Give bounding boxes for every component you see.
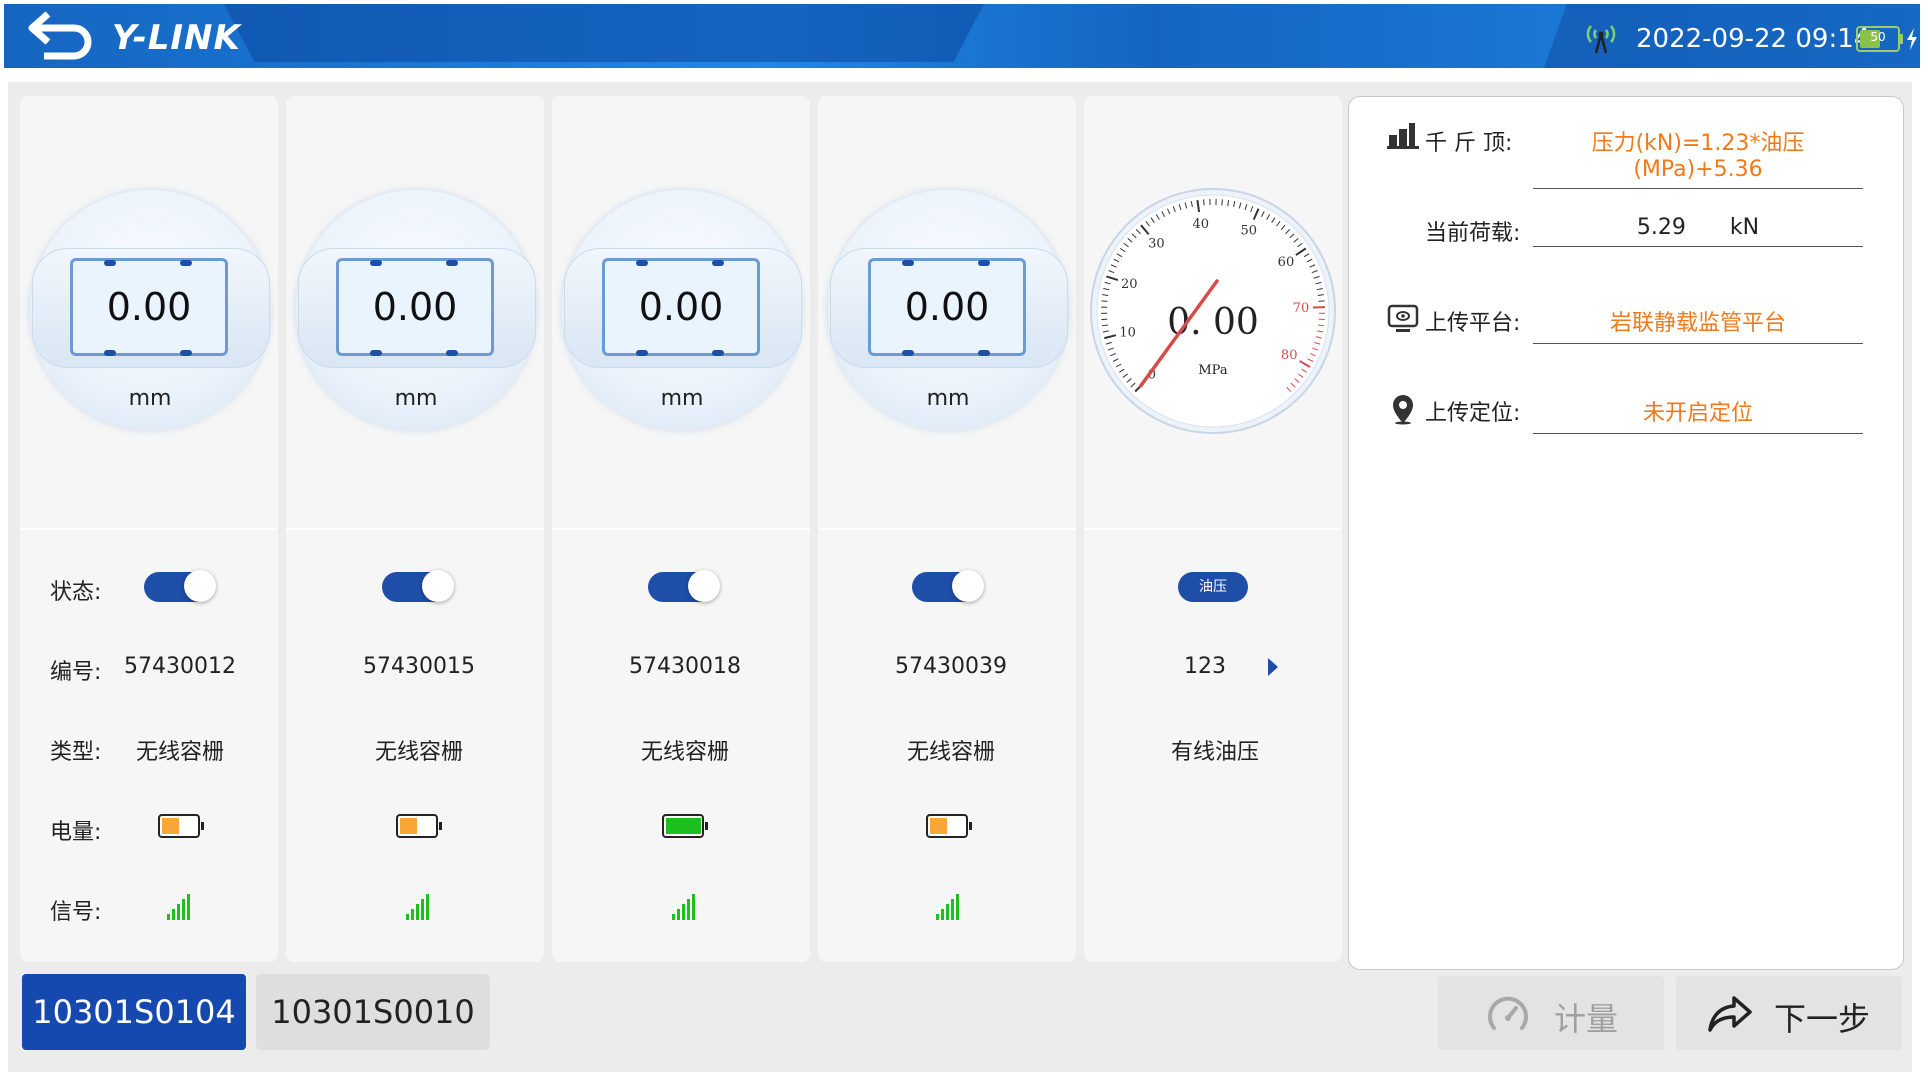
status-label: 状态: <box>50 580 102 605</box>
dial-tick-label: 10 <box>1119 325 1136 340</box>
battery-level-fill <box>400 818 418 834</box>
load-label: 当前荷载: <box>1425 221 1521 246</box>
dial-tick-label: 30 <box>1148 237 1165 252</box>
charging-icon <box>1907 28 1917 50</box>
jack-formula: 压力(kN)=1.23*油压(MPa)+5.36 <box>1533 125 1863 189</box>
load-field: 5.29 kN <box>1533 215 1863 247</box>
gauge-unit: mm <box>660 386 704 411</box>
status-toggle[interactable] <box>912 570 984 602</box>
measure-button[interactable]: 计量 <box>1438 976 1664 1050</box>
dial-tick-label: 20 <box>1121 277 1138 292</box>
monitor-icon <box>1387 304 1419 332</box>
gauge-value: 0.00 <box>336 258 494 356</box>
dial-tick-label: 60 <box>1278 255 1295 270</box>
gauge-value: 0.00 <box>602 258 760 356</box>
dial-tick-label: 80 <box>1281 348 1298 363</box>
dial-tick-label: 70 <box>1293 301 1310 316</box>
dial-tick-label: 50 <box>1241 224 1258 239</box>
jack-icon <box>1387 123 1419 149</box>
status-toggle[interactable] <box>382 570 454 602</box>
status-toggle[interactable] <box>648 570 720 602</box>
jack-label: 千 斤 顶: <box>1425 131 1513 156</box>
top-bar: Y-LINK 2022-09-22 09:14 50 <box>4 4 1920 68</box>
dial-tick <box>1221 199 1223 206</box>
pressure-dial[interactable]: 010203040 50607080 0. 00 MPa <box>1088 186 1338 436</box>
app-logo: Y-LINK <box>112 18 241 58</box>
measure-label: 计量 <box>1554 1000 1619 1038</box>
dial-tick <box>1101 300 1108 302</box>
status-toggle[interactable] <box>144 570 216 602</box>
pressure-type: 有线油压 <box>1170 740 1259 765</box>
next-step-button[interactable]: 下一步 <box>1676 976 1902 1050</box>
location-value[interactable]: 未开启定位 <box>1533 395 1863 434</box>
signal-bars-icon <box>672 894 695 920</box>
gauge-value: 0.00 <box>70 258 228 356</box>
location-pin-icon <box>1393 395 1413 425</box>
displacement-gauge[interactable]: 0.00 mm <box>828 190 1068 430</box>
battery-level-fill <box>666 818 701 834</box>
sensor-type: 无线容栅 <box>640 740 729 765</box>
battery-icon <box>926 814 972 838</box>
displacement-gauge[interactable]: 0.00 mm <box>562 190 802 430</box>
sensor-number: 57430039 <box>895 654 1007 679</box>
sensor-number: 57430012 <box>124 654 236 679</box>
sensor-type: 无线容栅 <box>906 740 995 765</box>
tab-group-1[interactable]: 10301S0104 <box>22 974 246 1050</box>
platform-label: 上传平台: <box>1425 311 1521 336</box>
platform-value[interactable]: 岩联静载监管平台 <box>1533 305 1863 344</box>
load-unit: kN <box>1729 215 1760 240</box>
signal-bars-icon <box>406 894 429 920</box>
device-battery-icon: 50 <box>1856 26 1900 52</box>
dial-tick <box>1318 300 1325 302</box>
sensor-number: 57430018 <box>629 654 741 679</box>
signal-bars-icon <box>936 894 959 920</box>
info-panel: 千 斤 顶: 压力(kN)=1.23*油压(MPa)+5.36 当前荷载: 5.… <box>1348 96 1904 970</box>
battery-icon <box>158 814 204 838</box>
pressure-number: 123 <box>1184 654 1226 679</box>
battery-icon <box>396 814 442 838</box>
device-battery-level: 50 <box>1870 30 1886 44</box>
battery-icon <box>662 814 708 838</box>
dial-tick-label: 40 <box>1192 217 1209 232</box>
displacement-gauge[interactable]: 0.00 mm <box>30 190 270 430</box>
load-value: 5.29 <box>1636 215 1686 240</box>
gauge-unit: mm <box>128 386 172 411</box>
sensor-type: 无线容栅 <box>135 740 224 765</box>
pressure-value: 0. 00 <box>1167 302 1259 343</box>
battery-level-fill <box>930 818 948 834</box>
displacement-gauge[interactable]: 0.00 mm <box>296 190 536 430</box>
sensor-type: 无线容栅 <box>374 740 463 765</box>
location-label: 上传定位: <box>1425 401 1521 426</box>
gauge-unit: mm <box>926 386 970 411</box>
gauge-unit: mm <box>394 386 438 411</box>
battery-label: 电量: <box>50 820 102 845</box>
sensor-number: 57430015 <box>363 654 475 679</box>
tab-group-2[interactable]: 10301S0010 <box>256 974 490 1050</box>
signal-tower-icon <box>1586 25 1616 54</box>
chevron-right-icon[interactable] <box>1266 656 1280 678</box>
signal-bars-icon <box>167 894 190 920</box>
share-forward-icon <box>1708 996 1752 1032</box>
signal-label: 信号: <box>50 900 102 925</box>
header-decoration <box>224 4 984 62</box>
next-step-label: 下一步 <box>1774 1000 1871 1038</box>
oil-pressure-badge[interactable]: 油压 <box>1178 572 1248 602</box>
battery-level-fill <box>162 818 180 834</box>
dial-tick <box>1203 199 1205 206</box>
datetime: 2022-09-22 09:14 <box>1636 24 1871 54</box>
gauge-value: 0.00 <box>868 258 1026 356</box>
speedometer-icon <box>1488 996 1528 1030</box>
back-icon[interactable] <box>26 6 96 64</box>
pressure-unit: MPa <box>1198 363 1227 378</box>
